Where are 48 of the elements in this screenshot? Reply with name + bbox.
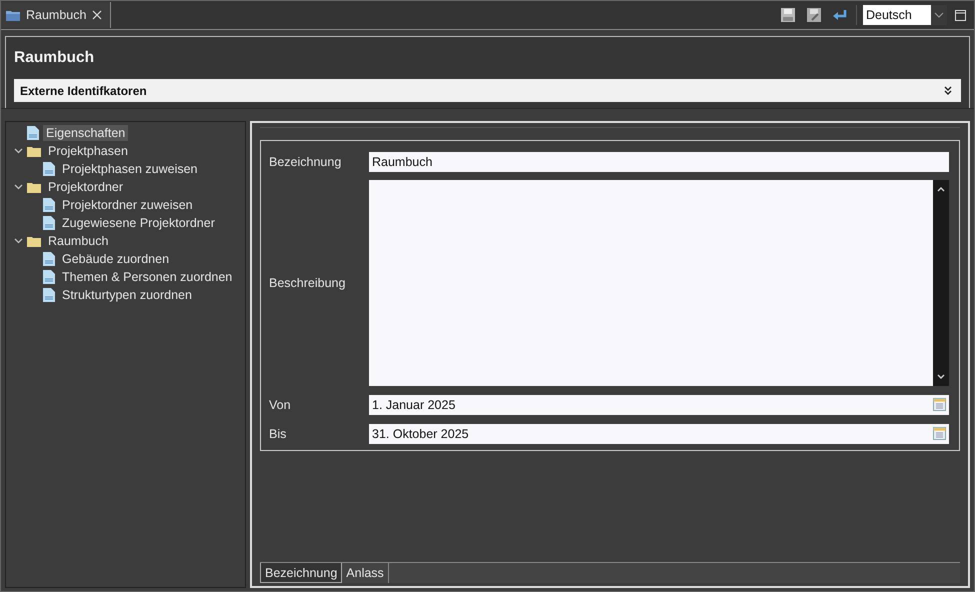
tree-item[interactable]: Projektordner zuweisen <box>59 197 196 213</box>
text-area[interactable] <box>369 180 949 386</box>
return-arrow-icon[interactable] <box>832 7 848 23</box>
tree-item[interactable]: Strukturtypen zuordnen <box>59 287 195 303</box>
save-as-icon[interactable] <box>806 7 822 23</box>
maximize-icon[interactable] <box>955 10 966 20</box>
field-label: Bezeichnung <box>269 154 342 168</box>
page-title: Raumbuch <box>14 49 96 67</box>
folder-icon <box>27 182 41 192</box>
field-label: Bis <box>269 426 288 440</box>
tree-item[interactable]: Raumbuch <box>45 233 112 249</box>
tree-item[interactable]: Projektphasen <box>45 143 131 159</box>
folder-icon <box>6 9 20 21</box>
document-icon <box>43 198 55 212</box>
date-field[interactable]: 31. Oktober 2025 <box>369 424 949 444</box>
tree-item[interactable]: Projektordner <box>45 179 126 195</box>
scrollbar[interactable] <box>933 180 949 386</box>
editor-tab[interactable]: Raumbuch <box>1 2 112 28</box>
close-icon[interactable] <box>92 10 102 20</box>
tree-item[interactable]: Themen & Personen zuordnen <box>59 269 236 285</box>
folder-icon <box>27 146 41 156</box>
tab[interactable]: Anlass <box>342 563 389 583</box>
document-icon <box>43 270 55 284</box>
chevron-up-icon[interactable] <box>937 186 945 192</box>
chevron-down-icon <box>931 5 947 25</box>
document-icon <box>43 216 55 230</box>
chevron-down-icon[interactable] <box>937 374 945 380</box>
tree-item[interactable]: Eigenschaften <box>43 125 128 141</box>
chevron-down-icon[interactable] <box>14 148 23 154</box>
document-icon <box>43 162 55 176</box>
tree-item[interactable]: Gebäude zuordnen <box>59 251 172 267</box>
document-icon <box>27 126 39 140</box>
field-label: Beschreibung <box>269 276 346 290</box>
tree-item[interactable]: Zugewiesene Projektordner <box>59 215 218 231</box>
chevron-down-icon[interactable] <box>14 184 23 190</box>
field-label: Von <box>269 398 292 412</box>
tree-item[interactable]: Projektphasen zuweisen <box>59 161 200 177</box>
double-chevron-icon <box>944 86 952 95</box>
document-icon <box>43 288 55 302</box>
language-dropdown[interactable]: Deutsch <box>863 5 947 25</box>
save-icon[interactable] <box>780 7 796 23</box>
date-field[interactable]: 1. Januar 2025 <box>369 394 949 414</box>
input-field[interactable]: Raumbuch <box>369 152 949 172</box>
tab[interactable]: Bezeichnung <box>260 563 342 583</box>
chevron-down-icon[interactable] <box>14 238 23 244</box>
section-header[interactable]: Externe Identifkatoren <box>14 79 961 102</box>
document-icon <box>43 252 55 266</box>
folder-icon <box>27 236 41 246</box>
